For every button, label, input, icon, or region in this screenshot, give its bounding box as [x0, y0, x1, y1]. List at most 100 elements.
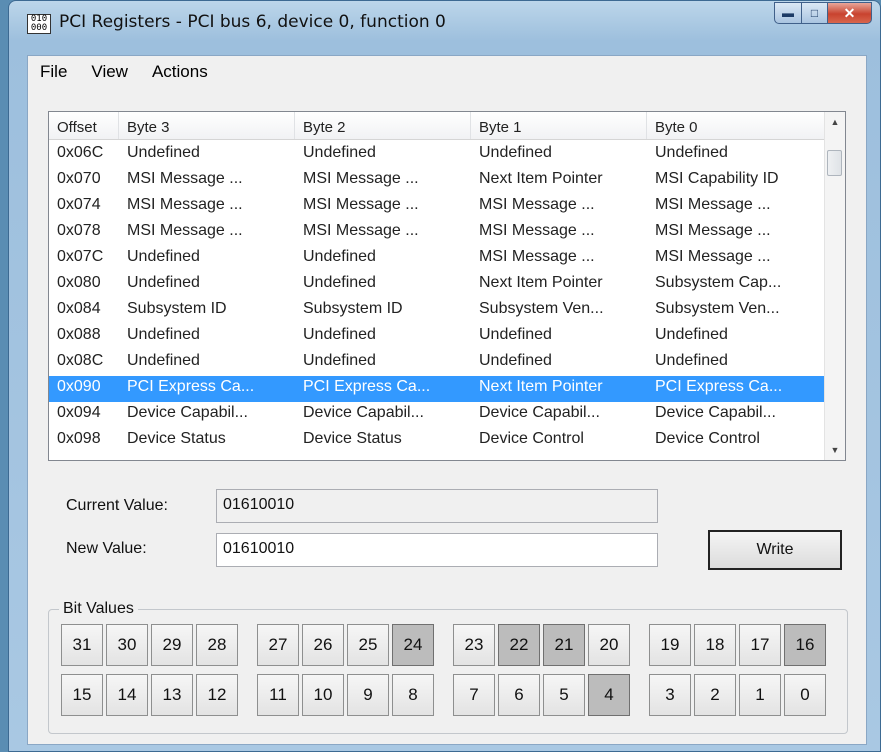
- table-cell: MSI Message ...: [303, 196, 419, 213]
- bit-toggle-16[interactable]: 16: [784, 624, 826, 666]
- menu-view[interactable]: View: [91, 62, 128, 82]
- table-cell: PCI Express Ca...: [655, 378, 783, 395]
- bit-toggle-13[interactable]: 13: [151, 674, 193, 716]
- bits-row-low: 15 14 13 12 11 10 9 8 7 6 5 4 3 2 1 0: [61, 674, 829, 716]
- maximize-button[interactable]: □: [802, 2, 828, 24]
- close-button[interactable]: ✕: [828, 2, 872, 24]
- bit-toggle-17[interactable]: 17: [739, 624, 781, 666]
- bit-toggle-8[interactable]: 8: [392, 674, 434, 716]
- table-cell: Device Capabil...: [655, 404, 776, 421]
- table-row[interactable]: 0x07C Undefined Undefined MSI Message ... MS…: [49, 246, 827, 272]
- menu-actions[interactable]: Actions: [152, 62, 208, 82]
- bit-toggle-21[interactable]: 21: [543, 624, 585, 666]
- table-cell: Undefined: [655, 352, 728, 369]
- bit-toggle-10[interactable]: 10: [302, 674, 344, 716]
- table-cell: Undefined: [303, 248, 376, 265]
- table-row[interactable]: 0x078 MSI Message ... MSI Message ... MSI M…: [49, 220, 827, 246]
- table-row[interactable]: 0x094 Device Capabil... Device Capabil... D…: [49, 402, 827, 428]
- bit-group: 19 18 17 16: [649, 624, 829, 666]
- table-row[interactable]: 0x084 Subsystem ID Subsystem ID Subsystem V…: [49, 298, 827, 324]
- table-cell: MSI Message ...: [479, 196, 595, 213]
- scroll-thumb[interactable]: [827, 150, 842, 176]
- scroll-up-icon[interactable]: ▲: [825, 112, 845, 132]
- table-cell: Undefined: [479, 144, 552, 161]
- table-cell: MSI Message ...: [127, 170, 243, 187]
- column-header-byte-2[interactable]: Byte 2: [295, 112, 471, 139]
- table-cell: Device Control: [479, 430, 584, 447]
- scroll-down-icon[interactable]: ▼: [825, 440, 845, 460]
- bit-toggle-7[interactable]: 7: [453, 674, 495, 716]
- bit-toggle-2[interactable]: 2: [694, 674, 736, 716]
- bit-toggle-14[interactable]: 14: [106, 674, 148, 716]
- table-row[interactable]: 0x074 MSI Message ... MSI Message ... MSI M…: [49, 194, 827, 220]
- main-window: 010 000 PCI Registers - PCI bus 6, devic…: [8, 0, 881, 752]
- table-cell: Undefined: [127, 274, 200, 291]
- bit-toggle-4[interactable]: 4: [588, 674, 630, 716]
- table-row[interactable]: 0x080 Undefined Undefined Next Item Pointer…: [49, 272, 827, 298]
- bit-toggle-6[interactable]: 6: [498, 674, 540, 716]
- column-header-byte-3[interactable]: Byte 3: [119, 112, 295, 139]
- write-button[interactable]: Write: [708, 530, 842, 570]
- bit-toggle-11[interactable]: 11: [257, 674, 299, 716]
- bit-toggle-26[interactable]: 26: [302, 624, 344, 666]
- bit-group: 31 30 29 28: [61, 624, 241, 666]
- bit-values-title: Bit Values: [59, 600, 138, 618]
- new-value-label: New Value:: [66, 540, 147, 557]
- title-bar[interactable]: 010 000 PCI Registers - PCI bus 6, devic…: [9, 1, 880, 45]
- table-cell: MSI Message ...: [303, 170, 419, 187]
- table-cell: Undefined: [479, 326, 552, 343]
- table-cell: Undefined: [303, 326, 376, 343]
- bit-toggle-24[interactable]: 24: [392, 624, 434, 666]
- table-cell: 0x074: [57, 196, 101, 213]
- bit-toggle-5[interactable]: 5: [543, 674, 585, 716]
- table-cell: Subsystem ID: [127, 300, 227, 317]
- table-cell: Undefined: [127, 248, 200, 265]
- bit-toggle-31[interactable]: 31: [61, 624, 103, 666]
- bit-toggle-22[interactable]: 22: [498, 624, 540, 666]
- table-cell: 0x078: [57, 222, 101, 239]
- bit-toggle-27[interactable]: 27: [257, 624, 299, 666]
- client-area: File View Actions Offset Byte 3 Byte 2 Byte 1…: [27, 55, 867, 745]
- bit-toggle-0[interactable]: 0: [784, 674, 826, 716]
- bit-toggle-28[interactable]: 28: [196, 624, 238, 666]
- table-cell: MSI Message ...: [303, 222, 419, 239]
- maximize-icon: □: [810, 6, 819, 20]
- new-value-input[interactable]: 01610010: [216, 533, 658, 567]
- vertical-scrollbar[interactable]: ▲ ▼: [824, 112, 845, 460]
- bits-row-high: 31 30 29 28 27 26 25 24 23 22 21 20 19 18 17 16: [61, 624, 829, 666]
- column-header-offset[interactable]: Offset: [49, 112, 119, 139]
- table-row[interactable]: 0x08C Undefined Undefined Undefined Undefine…: [49, 350, 827, 376]
- table-cell: MSI Capability ID: [655, 170, 779, 187]
- table-cell: MSI Message ...: [479, 248, 595, 265]
- table-row[interactable]: 0x090 PCI Express Ca... PCI Express Ca... N…: [49, 376, 827, 402]
- table-cell: MSI Message ...: [655, 248, 771, 265]
- table-cell: 0x070: [57, 170, 101, 187]
- bit-toggle-9[interactable]: 9: [347, 674, 389, 716]
- table-cell: Undefined: [655, 326, 728, 343]
- bit-toggle-29[interactable]: 29: [151, 624, 193, 666]
- bit-toggle-3[interactable]: 3: [649, 674, 691, 716]
- column-header-byte-0[interactable]: Byte 0: [647, 112, 827, 139]
- bit-toggle-15[interactable]: 15: [61, 674, 103, 716]
- bit-toggle-18[interactable]: 18: [694, 624, 736, 666]
- bit-toggle-25[interactable]: 25: [347, 624, 389, 666]
- table-row[interactable]: 0x098 Device Status Device Status Device Co…: [49, 428, 827, 454]
- table-row[interactable]: 0x070 MSI Message ... MSI Message ... Next …: [49, 168, 827, 194]
- minimize-button[interactable]: ▬: [774, 2, 802, 24]
- table-cell: Undefined: [303, 144, 376, 161]
- bit-toggle-23[interactable]: 23: [453, 624, 495, 666]
- table-row[interactable]: 0x088 Undefined Undefined Undefined Undefine…: [49, 324, 827, 350]
- bit-group: 27 26 25 24: [257, 624, 437, 666]
- bit-toggle-19[interactable]: 19: [649, 624, 691, 666]
- column-header-byte-1[interactable]: Byte 1: [471, 112, 647, 139]
- menu-file[interactable]: File: [40, 62, 67, 82]
- table-row[interactable]: 0x06C Undefined Undefined Undefined Undefine…: [49, 142, 827, 168]
- bit-toggle-20[interactable]: 20: [588, 624, 630, 666]
- bit-toggle-1[interactable]: 1: [739, 674, 781, 716]
- table-cell: PCI Express Ca...: [303, 378, 431, 395]
- bit-toggle-12[interactable]: 12: [196, 674, 238, 716]
- bit-toggle-30[interactable]: 30: [106, 624, 148, 666]
- register-list[interactable]: Offset Byte 3 Byte 2 Byte 1 Byte 0 0x06C Unde…: [48, 111, 846, 461]
- table-cell: MSI Message ...: [479, 222, 595, 239]
- table-cell: Device Status: [127, 430, 226, 447]
